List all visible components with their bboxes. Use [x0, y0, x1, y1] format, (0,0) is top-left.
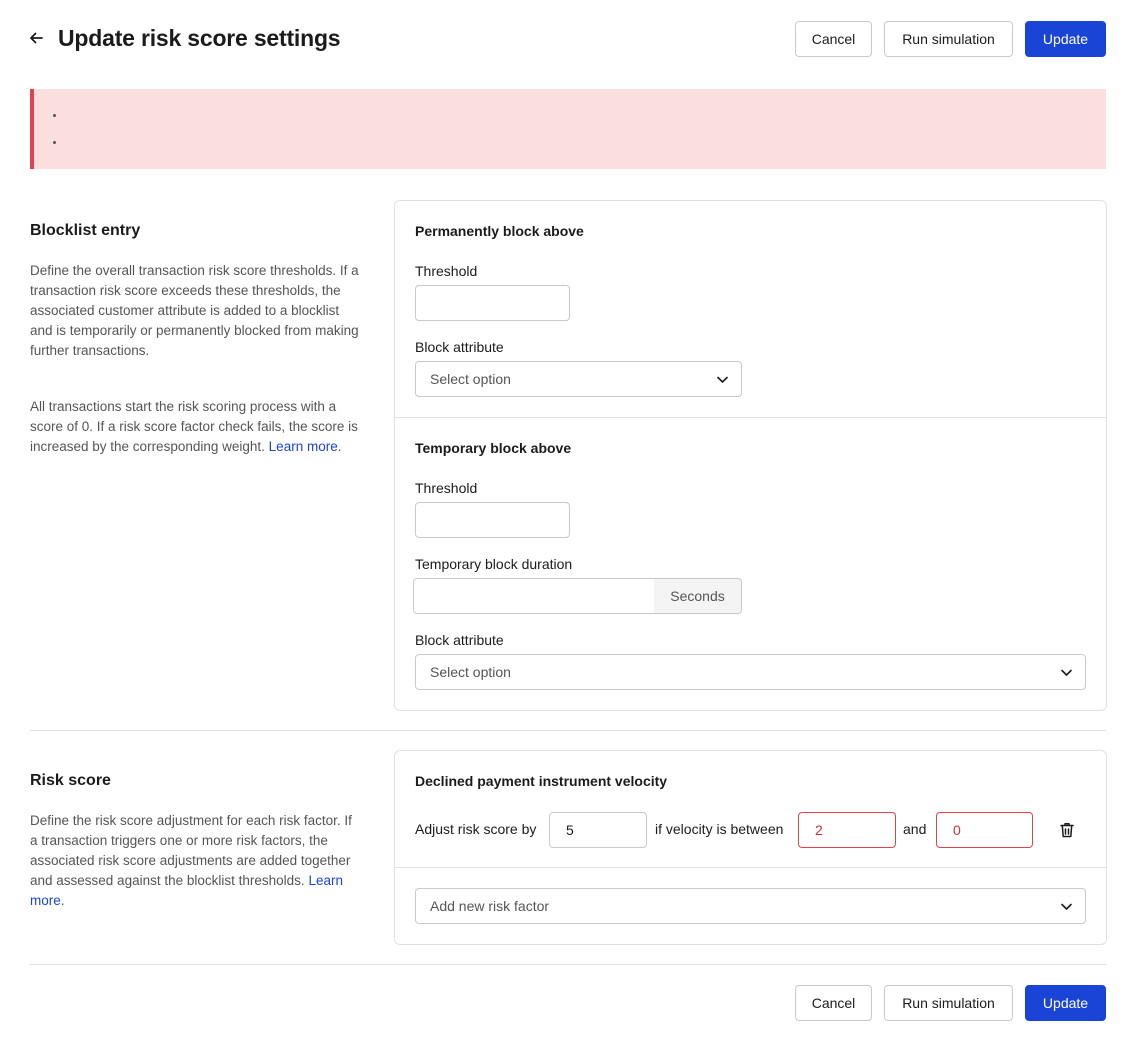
adjust-label: Adjust risk score by — [415, 821, 537, 837]
select-placeholder: Select option — [430, 371, 511, 387]
card-divider — [395, 417, 1106, 418]
footer-cancel-button[interactable]: Cancel — [795, 985, 872, 1021]
cancel-button[interactable]: Cancel — [795, 21, 872, 57]
error-bullet — [53, 114, 56, 117]
temporary-block-attribute-select[interactable]: Select option — [415, 654, 1086, 690]
velocity-min-input[interactable]: 2 — [798, 812, 896, 848]
threshold-label: Threshold — [415, 263, 478, 279]
temporary-duration-input[interactable] — [413, 578, 655, 614]
blocklist-section-title: Blocklist entry — [30, 222, 141, 239]
chevron-down-icon — [1061, 669, 1072, 676]
temporary-block-title: Temporary block above — [415, 440, 572, 456]
risk-score-desc-text: Define the risk score adjustment for eac… — [30, 813, 352, 888]
velocity-between-label: if velocity is between — [655, 821, 784, 837]
section-divider — [30, 730, 1106, 731]
risk-score-section-title: Risk score — [30, 772, 111, 789]
temporary-threshold-input[interactable] — [415, 502, 570, 538]
risk-score-card: Declined payment instrument velocity Adj… — [394, 750, 1107, 945]
footer-update-button[interactable]: Update — [1025, 985, 1106, 1021]
footer-run-simulation-button[interactable]: Run simulation — [884, 985, 1013, 1021]
run-simulation-button[interactable]: Run simulation — [884, 21, 1013, 57]
duration-unit-addon: Seconds — [654, 578, 742, 614]
learn-more-link[interactable]: Learn more — [269, 439, 338, 454]
add-risk-factor-select[interactable]: Add new risk factor — [415, 888, 1086, 924]
velocity-max-input[interactable]: 0 — [936, 812, 1033, 848]
select-placeholder: Select option — [430, 664, 511, 680]
threshold-label: Threshold — [415, 480, 478, 496]
select-placeholder: Add new risk factor — [430, 898, 550, 914]
error-banner — [30, 89, 1106, 169]
blocklist-description-2: All transactions start the risk scoring … — [30, 399, 358, 454]
risk-score-description: Define the risk score adjustment for eac… — [30, 813, 352, 908]
card-divider — [395, 867, 1106, 868]
section-divider — [30, 964, 1106, 965]
blocklist-card: Permanently block above Threshold Block … — [394, 200, 1107, 711]
page-title: Update risk score settings — [58, 25, 341, 51]
permanent-block-title: Permanently block above — [415, 223, 584, 239]
block-attribute-label: Block attribute — [415, 339, 504, 355]
chevron-down-icon — [717, 376, 728, 383]
and-label: and — [903, 821, 927, 837]
permanent-block-attribute-select[interactable]: Select option — [415, 361, 742, 397]
duration-label: Temporary block duration — [415, 556, 573, 572]
page-header: Update risk score settings Cancel Run si… — [0, 0, 1128, 78]
update-button[interactable]: Update — [1025, 21, 1106, 57]
risk-factor-title: Declined payment instrument velocity — [415, 773, 668, 789]
trash-icon[interactable] — [1058, 821, 1076, 839]
blocklist-description: Define the overall transaction risk scor… — [30, 263, 359, 358]
chevron-down-icon — [1061, 903, 1072, 910]
error-bullet — [53, 141, 56, 144]
adjust-score-input[interactable]: 5 — [549, 812, 647, 848]
block-attribute-label: Block attribute — [415, 632, 504, 648]
arrow-left-icon[interactable] — [27, 29, 45, 47]
permanent-threshold-input[interactable] — [415, 285, 570, 321]
